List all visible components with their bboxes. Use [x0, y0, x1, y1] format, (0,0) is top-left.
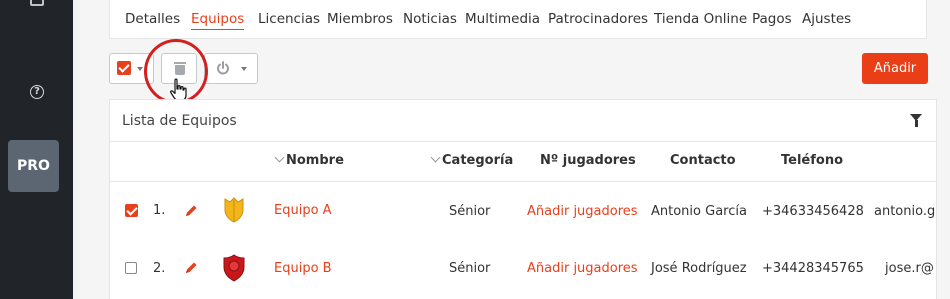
tab-patrocinadores[interactable]: Patrocinadores — [548, 11, 648, 27]
team-name-link[interactable]: Equipo A — [274, 203, 332, 218]
tab-licencias[interactable]: Licencias — [258, 11, 320, 27]
tab-equipos[interactable]: Equipos — [191, 11, 245, 30]
edit-pencil-icon[interactable] — [184, 204, 198, 218]
chevron-down-icon — [137, 67, 143, 71]
contact-cell: José Rodríguez — [651, 261, 747, 276]
help-icon[interactable]: ? — [30, 85, 44, 99]
tab-detalles[interactable]: Detalles — [125, 11, 180, 27]
add-players-link[interactable]: Añadir jugadores — [527, 204, 638, 219]
email-cell: antonio.g — [874, 204, 936, 219]
column-header-category[interactable]: Categoría — [430, 152, 514, 168]
sort-icon — [430, 152, 441, 163]
tab-multimedia[interactable]: Multimedia — [465, 11, 540, 27]
chevron-down-icon — [241, 67, 247, 71]
filter-icon[interactable] — [910, 114, 922, 127]
column-header-phone: Teléfono — [781, 153, 844, 168]
column-header-players: Nº jugadores — [540, 153, 636, 168]
power-icon — [217, 61, 229, 75]
column-header-label: Categoría — [442, 153, 514, 168]
tab-tienda-online[interactable]: Tienda Online — [654, 11, 747, 27]
add-button[interactable]: Añadir — [862, 53, 928, 84]
sidebar: ? PRO — [0, 0, 73, 299]
row-number: 1. — [153, 203, 166, 218]
building-icon[interactable] — [30, 0, 44, 6]
category-cell: Sénior — [449, 261, 491, 276]
tab-bar: Detalles Equipos Licencias Miembros Noti… — [109, 0, 927, 39]
status-toggle-dropdown[interactable] — [204, 53, 258, 84]
row-checkbox[interactable] — [125, 204, 138, 217]
column-header-name[interactable]: Nombre — [274, 152, 344, 168]
pro-badge[interactable]: PRO — [8, 140, 59, 192]
divider — [110, 141, 936, 142]
row-checkbox[interactable] — [125, 262, 137, 274]
tab-pagos[interactable]: Pagos — [752, 11, 792, 27]
teams-list-panel: Lista de Equipos Nombre Categoría Nº jug… — [109, 99, 937, 299]
tab-noticias[interactable]: Noticias — [403, 11, 457, 27]
tab-miembros[interactable]: Miembros — [327, 11, 393, 27]
tab-ajustes[interactable]: Ajustes — [802, 11, 851, 27]
panel-title: Lista de Equipos — [122, 113, 237, 129]
phone-cell: +34633456428 — [762, 204, 864, 219]
row-number: 2. — [153, 261, 166, 276]
category-cell: Sénior — [449, 204, 491, 219]
email-cell: jose.r@ — [885, 261, 934, 276]
edit-pencil-icon[interactable] — [184, 261, 198, 275]
add-players-link[interactable]: Añadir jugadores — [527, 261, 638, 276]
phone-cell: +34428345765 — [762, 261, 864, 276]
column-header-contact: Contacto — [670, 153, 736, 168]
divider — [110, 181, 936, 182]
team-badge-icon — [224, 197, 244, 223]
column-header-label: Nombre — [286, 153, 344, 168]
contact-cell: Antonio García — [651, 204, 747, 219]
team-name-link[interactable]: Equipo B — [274, 261, 332, 276]
select-all-checkbox[interactable] — [117, 61, 131, 75]
team-badge-icon — [223, 254, 245, 282]
sort-icon — [274, 152, 285, 163]
